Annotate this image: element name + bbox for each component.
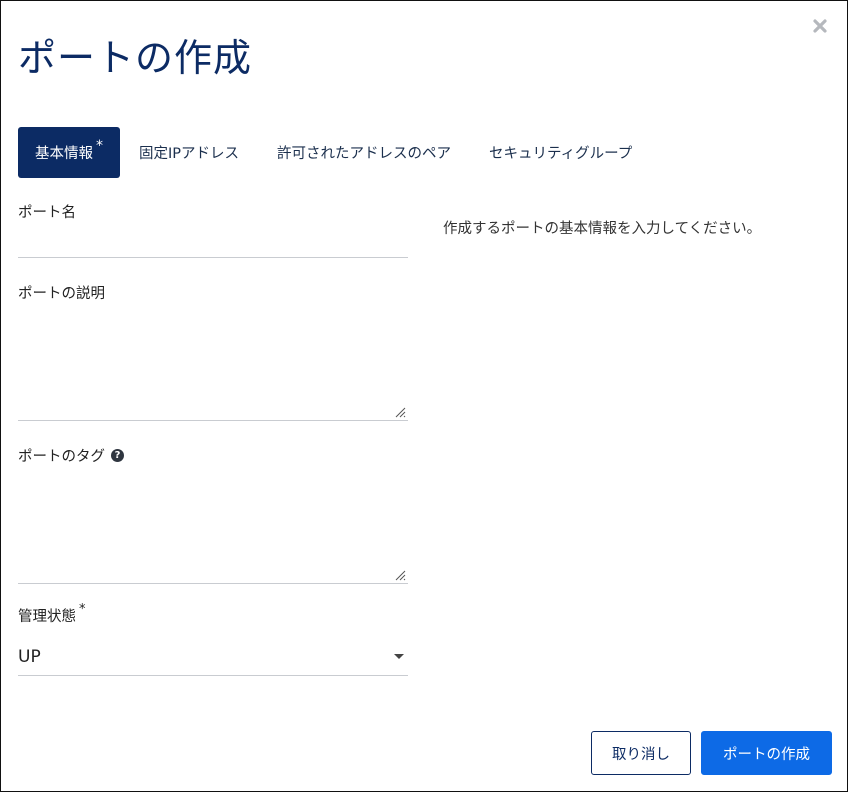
- port-tags-wrapper: [18, 473, 408, 584]
- required-asterisk: *: [79, 602, 86, 617]
- tab-label: 許可されたアドレスのペア: [277, 146, 452, 162]
- question-circle-icon[interactable]: ?: [111, 449, 124, 462]
- port-name-label-text: ポート名: [18, 205, 76, 221]
- tab-label: 固定IPアドレス: [139, 146, 240, 162]
- resize-handle-icon[interactable]: [394, 569, 406, 581]
- tab-basic-info[interactable]: 基本情報 *: [18, 127, 120, 178]
- caret-down-icon: [394, 654, 404, 659]
- admin-state-select[interactable]: UP: [18, 638, 408, 676]
- close-icon: [813, 19, 827, 33]
- create-port-dialog: ポートの作成 基本情報 * 固定IPアドレス 許可されたアドレスのペア セキュリ…: [0, 0, 848, 792]
- help-text: 作成するポートの基本情報を入力してください。: [443, 221, 762, 237]
- close-button[interactable]: [809, 15, 831, 37]
- port-tags-textarea[interactable]: [18, 473, 408, 583]
- wizard-tabs: 基本情報 * 固定IPアドレス 許可されたアドレスのペア セキュリティグループ: [18, 127, 651, 178]
- admin-state-label: 管理状態 *: [18, 602, 408, 626]
- admin-state-value: UP: [18, 646, 41, 667]
- create-port-button[interactable]: ポートの作成: [701, 731, 832, 775]
- basic-info-form: ポート名 ポートの説明 ポートのタグ ? 管理状態 * UP: [18, 201, 408, 676]
- tab-security-groups[interactable]: セキュリティグループ: [470, 127, 651, 178]
- port-name-input[interactable]: [18, 222, 408, 258]
- dialog-title: ポートの作成: [18, 36, 253, 80]
- cancel-button[interactable]: 取り消し: [591, 731, 691, 775]
- admin-state-label-text: 管理状態: [18, 609, 76, 625]
- port-name-label: ポート名: [18, 201, 408, 222]
- port-tags-label-text: ポートのタグ: [18, 449, 105, 465]
- required-asterisk: *: [96, 137, 103, 154]
- port-description-textarea[interactable]: [18, 310, 408, 420]
- port-description-wrapper: [18, 310, 408, 421]
- tab-label: 基本情報: [35, 146, 93, 162]
- tab-fixed-ips[interactable]: 固定IPアドレス: [120, 127, 258, 178]
- port-tags-label: ポートのタグ ?: [18, 445, 408, 466]
- tab-allowed-address-pairs[interactable]: 許可されたアドレスのペア: [258, 127, 470, 178]
- port-description-label-text: ポートの説明: [18, 286, 105, 302]
- port-description-label: ポートの説明: [18, 282, 408, 303]
- tab-label: セキュリティグループ: [489, 146, 633, 162]
- resize-handle-icon[interactable]: [394, 406, 406, 418]
